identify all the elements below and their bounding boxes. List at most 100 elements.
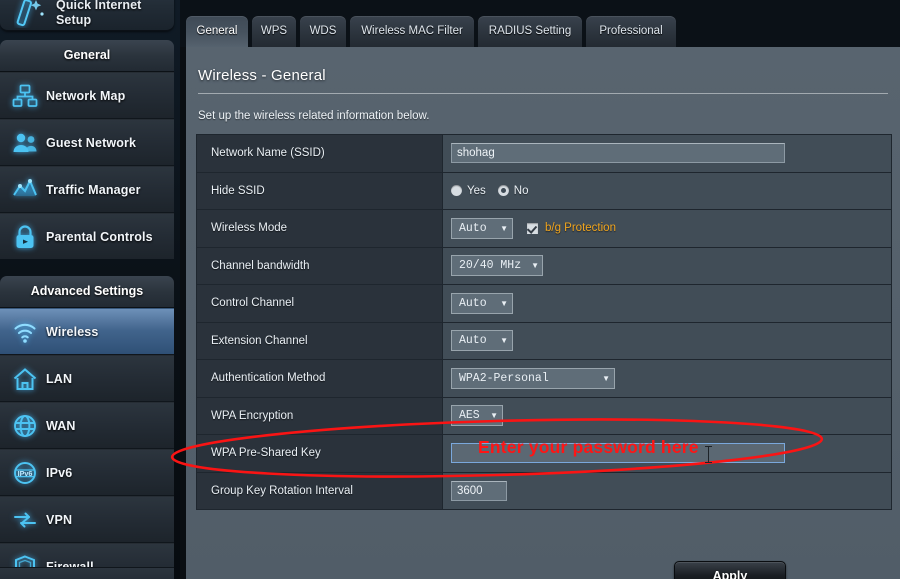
row-value-cell: Yes No [443,172,891,209]
radio-no[interactable] [497,185,509,197]
title-divider [198,93,888,94]
row-label-cell: Control Channel [197,285,443,322]
dropdown-value: WPA2-Personal [459,371,549,385]
tab-professional[interactable]: Professional [586,16,676,47]
row-value-cell: Auto ▼ [443,322,891,359]
sidebar-item-wan[interactable]: WAN [0,402,174,449]
ipv6-icon: IPv6 [11,459,39,487]
traffic-manager-icon [11,176,39,204]
dropdown-value: AES [459,409,480,423]
apply-button[interactable]: Apply [674,561,786,579]
radio-no-label: No [513,184,529,197]
row-label-cell: Extension Channel [197,322,443,359]
control-channel-label: Control Channel [211,297,295,310]
sidebar-item-quick-internet-setup[interactable]: Quick Internet Setup [0,0,174,31]
channel-bandwidth-dropdown[interactable]: 20/40 MHz ▼ [451,255,543,277]
tab-general[interactable]: General [186,16,248,47]
chevron-down-icon: ▼ [500,223,508,233]
tab-wds[interactable]: WDS [300,16,346,47]
channel-bandwidth-label: Channel bandwidth [211,259,310,272]
wifi-icon [11,318,39,346]
table-row-ssid: Network Name (SSID) [197,135,891,173]
row-value-cell: 20/40 MHz ▼ [443,247,891,284]
chevron-down-icon: ▼ [500,336,508,346]
settings-panel: Wireless - General Set up the wireless r… [186,47,900,579]
parental-controls-icon [11,223,39,251]
psk-label: WPA Pre-Shared Key [211,447,321,460]
ssid-input[interactable] [451,143,785,164]
hide-ssid-no-option[interactable]: No [497,184,541,197]
sidebar-item-label: VPN [46,512,73,527]
tab-wireless-mac-filter[interactable]: Wireless MAC Filter [350,16,474,47]
chevron-down-icon: ▼ [531,261,540,271]
row-value-cell: Auto ▼ [443,285,891,322]
guest-network-icon [11,129,39,157]
sidebar-item-wireless[interactable]: Wireless [0,308,174,355]
sidebar-item-guest-network[interactable]: Guest Network [0,119,174,166]
group-key-label: Group Key Rotation Interval [211,484,353,497]
table-row-wpa-encryption: WPA Encryption AES ▼ [197,397,891,435]
sidebar-group-header-advanced: Advanced Settings [0,276,174,308]
row-value-cell [443,435,891,472]
group-key-input[interactable] [451,480,507,501]
table-row-channel-bandwidth: Channel bandwidth 20/40 MHz ▼ [197,247,891,285]
table-row-extension-channel: Extension Channel Auto ▼ [197,322,891,360]
wpa-encryption-label: WPA Encryption [211,409,294,422]
sidebar-item-label: Wireless [46,324,99,339]
auth-method-dropdown[interactable]: WPA2-Personal ▼ [451,367,615,389]
ssid-label: Network Name (SSID) [211,147,325,160]
extension-channel-dropdown[interactable]: Auto ▼ [451,330,513,352]
sidebar-item-traffic-manager[interactable]: Traffic Manager [0,166,174,213]
chevron-down-icon: ▼ [500,298,508,308]
table-row-hide-ssid: Hide SSID Yes No [197,172,891,210]
sidebar-item-label: Network Map [46,88,126,103]
sidebar-item-parental-controls[interactable]: Parental Controls [0,213,174,259]
dropdown-value: Auto [459,296,487,310]
tab-bar: General WPS WDS Wireless MAC Filter RADI… [180,0,900,47]
chevron-down-icon: ▼ [490,411,498,421]
network-map-icon [11,82,39,110]
hide-ssid-yes-option[interactable]: Yes [451,185,498,197]
radio-yes-label: Yes [467,184,486,197]
row-value-cell: WPA2-Personal ▼ [443,360,891,397]
dropdown-value: Auto [459,221,487,235]
row-label-cell: WPA Encryption [197,397,443,434]
quick-internet-setup-label: Quick Internet Setup [56,0,142,27]
dropdown-value: Auto [459,334,487,348]
table-row-control-channel: Control Channel Auto ▼ [197,285,891,323]
bg-protection-checkbox[interactable] [527,222,538,234]
sidebar-item-ipv6[interactable]: IPv6 IPv6 [0,449,174,496]
sidebar-group-advanced-settings: Advanced Settings Wireless LAN WAN IPv6 … [0,276,174,579]
sidebar-item-vpn[interactable]: VPN [0,496,174,543]
row-label-cell: Wireless Mode [197,210,443,247]
vpn-icon [11,506,39,534]
sidebar-group-header-general: General [0,40,174,72]
page-subtitle: Set up the wireless related information … [198,110,430,122]
psk-input[interactable] [451,443,785,464]
sidebar-item-label: Guest Network [46,135,137,150]
home-icon [11,365,39,393]
row-label-cell: Channel bandwidth [197,247,443,284]
control-channel-dropdown[interactable]: Auto ▼ [451,292,513,314]
tab-wps[interactable]: WPS [252,16,296,47]
bg-protection-label: b/g Protection [545,222,616,235]
wireless-mode-dropdown[interactable]: Auto ▼ [451,217,513,239]
sidebar: Quick Internet Setup General Network Map [0,0,180,579]
sidebar-item-label: Parental Controls [46,229,153,244]
row-label-cell: Group Key Rotation Interval [197,472,443,509]
row-value-cell: Auto ▼ b/g Protection [443,210,891,247]
radio-yes[interactable] [451,185,462,197]
globe-icon [11,412,39,440]
row-label-cell: Network Name (SSID) [197,135,443,172]
table-row-wpa-pre-shared-key: WPA Pre-Shared Key [197,435,891,473]
sidebar-item-label: IPv6 [46,465,73,480]
sidebar-item-partial[interactable] [0,567,174,579]
hide-ssid-label: Hide SSID [211,184,265,197]
sidebar-item-label: LAN [46,371,73,386]
svg-text:IPv6: IPv6 [18,469,33,478]
sidebar-item-lan[interactable]: LAN [0,355,174,402]
sidebar-item-network-map[interactable]: Network Map [0,72,174,119]
tab-radius-setting[interactable]: RADIUS Setting [478,16,582,47]
wpa-encryption-dropdown[interactable]: AES ▼ [451,405,503,427]
table-row-group-key-rotation: Group Key Rotation Interval [197,472,891,510]
